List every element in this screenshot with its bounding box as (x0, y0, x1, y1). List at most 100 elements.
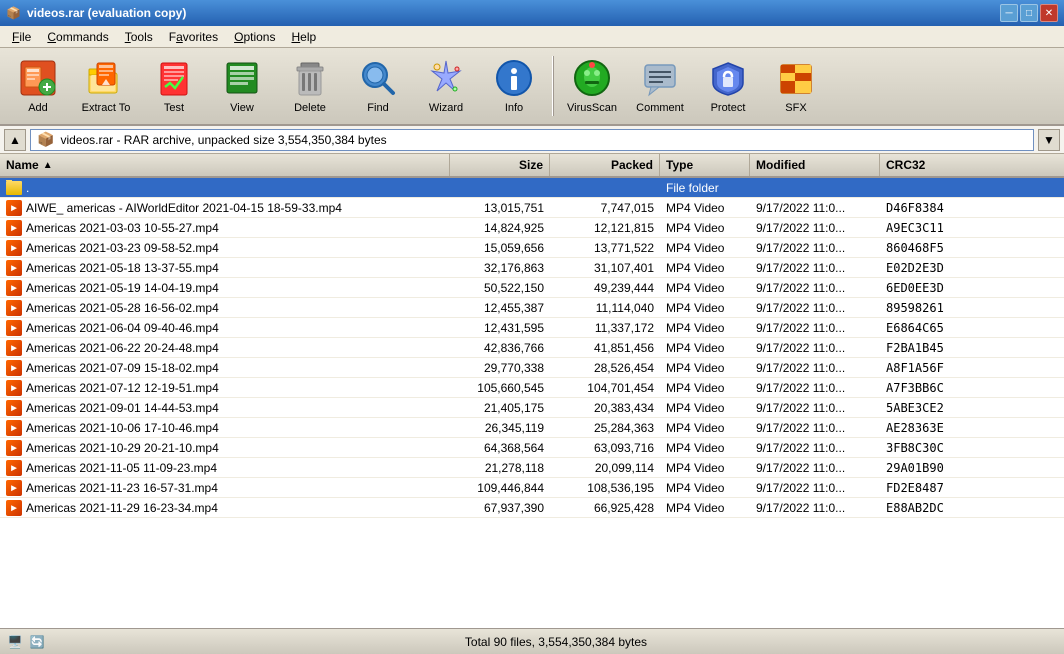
file-crc-cell: FD2E8487 (880, 480, 970, 496)
column-crc-header[interactable]: CRC32 (880, 154, 970, 176)
toolbar: Add Extract To (0, 48, 1064, 126)
file-size-cell: 105,660,545 (450, 380, 550, 396)
maximize-button[interactable]: □ (1020, 4, 1038, 22)
file-name: Americas 2021-05-19 14-04-19.mp4 (26, 281, 219, 295)
menu-options[interactable]: Options (226, 28, 283, 46)
file-list[interactable]: .File folder▶AIWE_ americas - AIWorldEdi… (0, 178, 1064, 628)
table-row[interactable]: ▶Americas 2021-09-01 14-44-53.mp421,405,… (0, 398, 1064, 418)
column-modified-header[interactable]: Modified (750, 154, 880, 176)
file-crc-cell: 5ABE3CE2 (880, 400, 970, 416)
file-type-cell: MP4 Video (660, 360, 750, 376)
table-row[interactable]: ▶ Americas 2021-05-28 16-56-02.mp4 12,455,… (0, 298, 1064, 318)
file-packed-cell: 28,526,454 (550, 360, 660, 376)
column-name-header[interactable]: Name ▲ (0, 154, 450, 176)
file-crc-cell: 29A01B90 (880, 460, 970, 476)
view-label: View (230, 102, 254, 114)
file-packed-cell: 41,851,456 (550, 340, 660, 356)
title-left: 📦 videos.rar (evaluation copy) (6, 6, 186, 20)
menu-favorites[interactable]: Favorites (161, 28, 226, 46)
close-button[interactable]: ✕ (1040, 4, 1058, 22)
file-name: Americas 2021-07-12 12-19-51.mp4 (26, 381, 219, 395)
table-row[interactable]: ▶Americas 2021-03-03 10-55-27.mp414,824,… (0, 218, 1064, 238)
file-crc-cell: A7F3BB6C (880, 380, 970, 396)
navigate-up-button[interactable]: ▲ (4, 129, 26, 151)
file-size-cell: 21,405,175 (450, 400, 550, 416)
file-type-cell: MP4 Video (660, 440, 750, 456)
file-packed-cell: 7,747,015 (550, 200, 660, 216)
table-row[interactable]: ▶ Americas 2021-07-12 12-19-51.mp4 105,660… (0, 378, 1064, 398)
file-crc-cell: D46F8384 (880, 200, 970, 216)
toolbar-extract-button[interactable]: Extract To (74, 52, 138, 120)
menu-help[interactable]: Help (283, 28, 324, 46)
table-row[interactable]: ▶Americas 2021-03-23 09-58-52.mp415,059,… (0, 238, 1064, 258)
table-row[interactable]: ▶Americas 2021-10-06 17-10-46.mp426,345,… (0, 418, 1064, 438)
menu-commands[interactable]: Commands (39, 28, 116, 46)
column-type-label: Type (666, 158, 693, 172)
table-row[interactable]: .File folder (0, 178, 1064, 198)
toolbar-delete-button[interactable]: Delete (278, 52, 342, 120)
toolbar-add-button[interactable]: Add (6, 52, 70, 120)
file-icon: ▶ (6, 420, 22, 436)
file-crc-cell: 6ED0EE3D (880, 280, 970, 296)
column-header: Name ▲ Size Packed Type Modified CRC32 (0, 154, 1064, 178)
file-name: Americas 2021-05-28 16-56-02.mp4 (26, 301, 219, 315)
file-icon: ▶ (6, 480, 22, 496)
extract-icon (86, 58, 126, 98)
table-row[interactable]: ▶AIWE_ americas - AIWorldEditor 2021-04-… (0, 198, 1064, 218)
table-row[interactable]: ▶Americas 2021-05-18 13-37-55.mp432,176,… (0, 258, 1064, 278)
table-row[interactable]: ▶Americas 2021-11-05 11-09-23.mp421,278,… (0, 458, 1064, 478)
table-row[interactable]: ▶Americas 2021-06-22 20-24-48.mp442,836,… (0, 338, 1064, 358)
file-crc-cell: 89598261 (880, 300, 970, 316)
table-row[interactable]: ▶Americas 2021-06-04 09-40-46.mp412,431,… (0, 318, 1064, 338)
address-dropdown-button[interactable]: ▼ (1038, 129, 1060, 151)
toolbar-comment-button[interactable]: Comment (628, 52, 692, 120)
minimize-button[interactable]: ─ (1000, 4, 1018, 22)
table-row[interactable]: ▶ Americas 2021-11-23 16-57-31.mp4 109,446… (0, 478, 1064, 498)
file-name: Americas 2021-11-29 16-23-34.mp4 (26, 501, 218, 515)
file-modified-cell: 9/17/2022 11:0... (750, 500, 880, 516)
sfx-label: SFX (785, 102, 806, 114)
table-row[interactable]: ▶Americas 2021-07-09 15-18-02.mp429,770,… (0, 358, 1064, 378)
file-name: Americas 2021-10-06 17-10-46.mp4 (26, 421, 219, 435)
column-size-header[interactable]: Size (450, 154, 550, 176)
menu-file[interactable]: File (4, 28, 39, 46)
table-row[interactable]: ▶Americas 2021-05-19 14-04-19.mp450,522,… (0, 278, 1064, 298)
toolbar-protect-button[interactable]: Protect (696, 52, 760, 120)
toolbar-find-button[interactable]: Find (346, 52, 410, 120)
file-size-cell: 12,455,387 (450, 300, 550, 316)
comment-label: Comment (636, 102, 684, 114)
file-name: Americas 2021-03-03 10-55-27.mp4 (26, 221, 219, 235)
toolbar-info-button[interactable]: Info (482, 52, 546, 120)
file-name: Americas 2021-11-23 16-57-31.mp4 (26, 481, 218, 495)
file-crc-cell: A8F1A56F (880, 360, 970, 376)
folder-icon (6, 181, 22, 195)
status-icon-2[interactable]: 🔄 (28, 633, 46, 651)
rar-icon: 📦 (37, 131, 54, 148)
table-row[interactable]: ▶Americas 2021-11-29 16-23-34.mp467,937,… (0, 498, 1064, 518)
file-name-cell: ▶Americas 2021-06-22 20-24-48.mp4 (0, 339, 450, 357)
toolbar-sfx-button[interactable]: SFX (764, 52, 828, 120)
file-size-cell: 14,824,925 (450, 220, 550, 236)
file-size-cell: 64,368,564 (450, 440, 550, 456)
menu-tools[interactable]: Tools (117, 28, 161, 46)
file-icon: ▶ (6, 300, 22, 316)
file-icon: ▶ (6, 260, 22, 276)
file-size-cell: 109,446,844 (450, 480, 550, 496)
window-title: videos.rar (evaluation copy) (27, 6, 186, 20)
file-name-cell: ▶Americas 2021-09-01 14-44-53.mp4 (0, 399, 450, 417)
file-name-cell: ▶Americas 2021-11-05 11-09-23.mp4 (0, 459, 450, 477)
table-row[interactable]: ▶Americas 2021-10-29 20-21-10.mp464,368,… (0, 438, 1064, 458)
file-name: Americas 2021-05-18 13-37-55.mp4 (26, 261, 219, 275)
toolbar-wizard-button[interactable]: Wizard (414, 52, 478, 120)
file-icon: ▶ (6, 380, 22, 396)
toolbar-view-button[interactable]: View (210, 52, 274, 120)
file-type-cell: MP4 Video (660, 500, 750, 516)
title-controls: ─ □ ✕ (1000, 4, 1058, 22)
toolbar-test-button[interactable]: Test (142, 52, 206, 120)
column-packed-header[interactable]: Packed (550, 154, 660, 176)
column-type-header[interactable]: Type (660, 154, 750, 176)
file-name: Americas 2021-07-09 15-18-02.mp4 (26, 361, 219, 375)
protect-icon (708, 58, 748, 98)
status-icon-1[interactable]: 🖥️ (6, 633, 24, 651)
toolbar-virusscan-button[interactable]: VirusScan (560, 52, 624, 120)
